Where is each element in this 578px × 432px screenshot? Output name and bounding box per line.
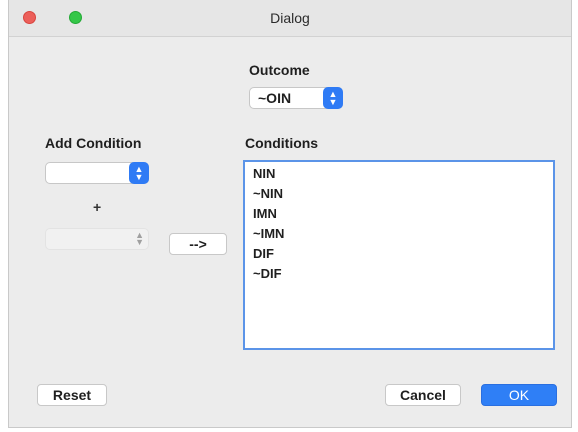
list-item[interactable]: DIF [253, 246, 274, 261]
add-condition-label: Add Condition [45, 135, 142, 151]
chevron-updown-icon: ▲ ▼ [135, 230, 144, 247]
outcome-label: Outcome [249, 62, 310, 78]
reset-button[interactable]: Reset [37, 384, 107, 406]
conditions-list[interactable]: NIN ~NIN IMN ~IMN DIF ~DIF [243, 160, 555, 350]
list-item[interactable]: NIN [253, 166, 275, 181]
list-item[interactable]: ~NIN [253, 186, 283, 201]
list-item[interactable]: IMN [253, 206, 277, 221]
list-item[interactable]: ~IMN [253, 226, 284, 241]
outcome-select[interactable]: ~OIN ▲ ▼ [249, 87, 343, 109]
ok-button[interactable]: OK [481, 384, 557, 406]
list-item[interactable]: ~DIF [253, 266, 282, 281]
chevron-updown-icon: ▲ ▼ [323, 87, 343, 109]
second-condition-select: ▲ ▼ [45, 228, 149, 250]
add-to-conditions-button[interactable]: --> [169, 233, 227, 255]
dialog-window: Dialog Outcome ~OIN ▲ ▼ Add Condition ▲ ▼ … [8, 0, 572, 428]
chevron-updown-icon: ▲ ▼ [129, 162, 149, 184]
plus-label: + [93, 199, 102, 215]
add-condition-select[interactable]: ▲ ▼ [45, 162, 149, 184]
outcome-select-value: ~OIN [258, 90, 292, 106]
window-title: Dialog [270, 10, 310, 26]
conditions-label: Conditions [245, 135, 319, 151]
title-bar: Dialog [9, 0, 571, 37]
cancel-button[interactable]: Cancel [385, 384, 461, 406]
